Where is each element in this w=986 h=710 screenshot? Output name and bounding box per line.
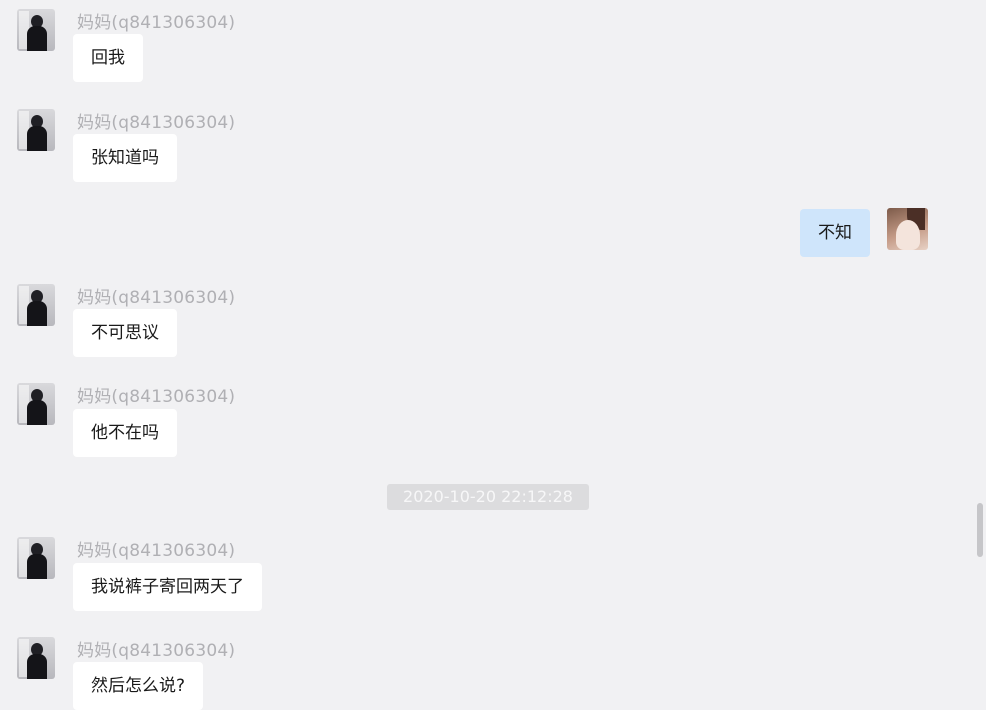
sender-name: 妈妈(q841306304) (77, 13, 236, 33)
message-bubble[interactable]: 回我 (73, 34, 143, 82)
contact-avatar-icon[interactable] (17, 383, 55, 425)
message-bubble[interactable]: 然后怎么说? (73, 662, 204, 710)
chat-window: 妈妈(q841306304) 回我 妈妈(q841306304) 张知道吗 不知… (0, 0, 986, 710)
message-bubble[interactable]: 张知道吗 (73, 134, 177, 182)
scrollbar-thumb[interactable] (977, 503, 983, 557)
sender-name: 妈妈(q841306304) (77, 387, 236, 407)
message-bubble[interactable]: 我说裤子寄回两天了 (73, 563, 262, 611)
contact-avatar-icon[interactable] (17, 637, 55, 679)
message-bubble[interactable]: 他不在吗 (73, 409, 177, 457)
contact-avatar-icon[interactable] (17, 284, 55, 326)
sender-name: 妈妈(q841306304) (77, 288, 236, 308)
sender-name: 妈妈(q841306304) (77, 541, 236, 561)
sender-name: 妈妈(q841306304) (77, 641, 236, 661)
message-bubble[interactable]: 不可思议 (73, 309, 177, 357)
timestamp-badge: 2020-10-20 22:12:28 (387, 484, 589, 510)
contact-avatar-icon[interactable] (17, 109, 55, 151)
contact-avatar-icon[interactable] (17, 537, 55, 579)
message-bubble[interactable]: 不知 (800, 209, 870, 257)
contact-avatar-icon[interactable] (17, 9, 55, 51)
self-avatar-icon[interactable] (887, 208, 928, 250)
sender-name: 妈妈(q841306304) (77, 113, 236, 133)
